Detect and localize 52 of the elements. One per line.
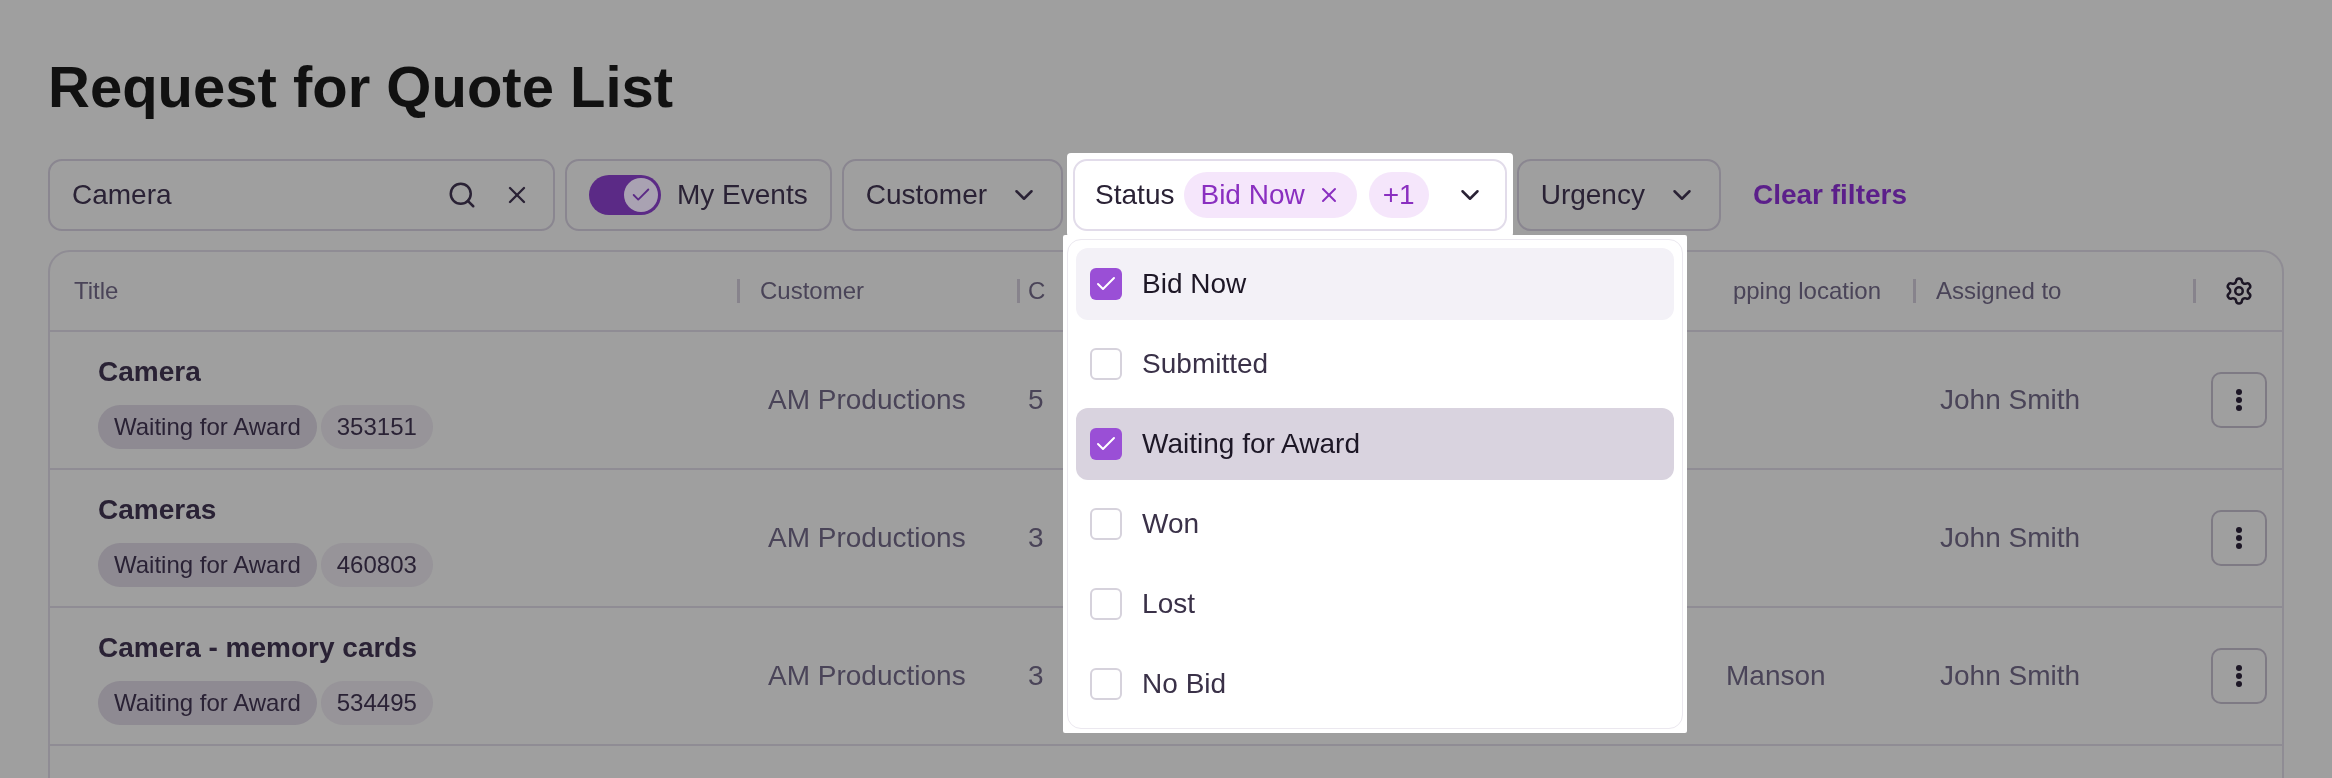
search-icon[interactable] [447, 180, 477, 210]
status-filter[interactable]: Status Bid Now +1 [1073, 159, 1507, 231]
checkbox[interactable] [1090, 588, 1123, 620]
table-cell: Manson [1726, 660, 1826, 691]
row-menu-button[interactable] [2211, 372, 2267, 428]
status-option[interactable]: Waiting for Award [1076, 408, 1675, 480]
column-header: pping location [1732, 276, 1881, 306]
rfq-title[interactable]: Camera [98, 351, 740, 393]
status-label: Status [1095, 178, 1175, 212]
status-badge: Waiting for Award [98, 681, 317, 725]
column-header: Customer [760, 276, 865, 306]
column-header: C [1028, 276, 1046, 306]
more-icon [2236, 389, 2242, 411]
more-count-chip[interactable]: +1 [1368, 172, 1429, 218]
row-menu-button[interactable] [2211, 648, 2267, 704]
checkbox[interactable] [1090, 508, 1123, 540]
row-menu-button[interactable] [2211, 510, 2267, 566]
customer-cell-text: AM Productions [767, 383, 967, 417]
table-cell: 3 [1028, 660, 1044, 691]
clear-filters-link[interactable]: Clear filters [1752, 174, 1907, 216]
toggle-switch[interactable] [589, 175, 661, 215]
checkbox[interactable] [1090, 668, 1123, 700]
customer-cell-text: AM Productions [767, 521, 967, 555]
rfq-number: 353151 [320, 405, 433, 449]
column-header: Assigned to [1936, 276, 2062, 306]
my-events-toggle[interactable]: My Events [565, 159, 832, 231]
filter-chip[interactable]: Bid Now [1184, 172, 1357, 218]
table-cell: 3 [1028, 522, 1044, 553]
status-badge: Waiting for Award [98, 543, 317, 587]
settings-icon[interactable] [2224, 276, 2254, 306]
search-field[interactable]: Camera [48, 159, 555, 231]
status-badge: Waiting for Award [98, 405, 317, 449]
customer-cell-text: AM Productions [767, 659, 967, 693]
rfq-title[interactable]: Camera - memory cards [98, 627, 740, 669]
table-cell: 5 [1028, 384, 1044, 415]
page-title: Request for Quote List [48, 53, 675, 121]
assignee-cell-text: John Smith [1939, 659, 2082, 693]
more-icon [2236, 665, 2242, 687]
customer-filter[interactable]: Customer [841, 159, 1064, 231]
status-option[interactable]: Bid Now [1076, 248, 1675, 320]
assignee-cell-text: John Smith [1939, 521, 2082, 555]
more-icon [2236, 527, 2242, 549]
assignee-cell-text: John Smith [1939, 383, 2082, 417]
rfq-number: 460803 [320, 543, 433, 587]
column-header: Title [74, 276, 119, 306]
search-input[interactable]: Camera [72, 174, 447, 216]
checkbox[interactable] [1090, 268, 1123, 300]
rfq-number: 534495 [320, 681, 433, 725]
checkbox[interactable] [1090, 428, 1123, 460]
rfq-title[interactable]: Cameras [98, 489, 740, 531]
checkbox[interactable] [1090, 348, 1123, 380]
urgency-filter[interactable]: Urgency [1516, 159, 1721, 231]
